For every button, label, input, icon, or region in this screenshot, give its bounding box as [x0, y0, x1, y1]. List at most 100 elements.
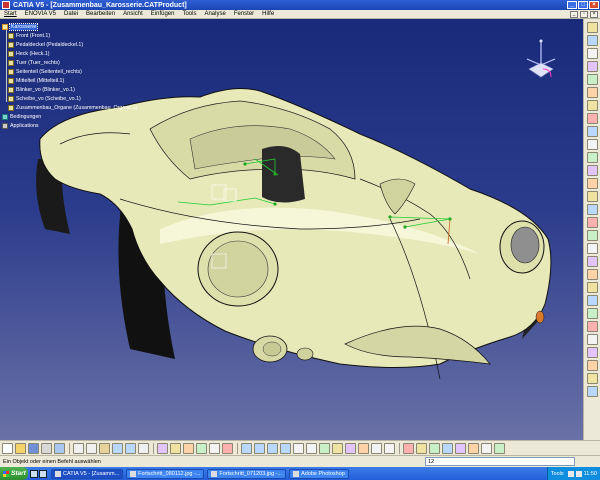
toolbar-icon[interactable]: [586, 256, 598, 267]
toolbar-icon[interactable]: [586, 347, 598, 358]
tree-node-heck[interactable]: Heck (Heck.1): [2, 49, 162, 58]
toolbar-icon[interactable]: [586, 74, 598, 85]
undo-icon[interactable]: [112, 442, 123, 454]
measure-icon[interactable]: [209, 442, 220, 454]
pan-icon[interactable]: [267, 442, 278, 454]
compass-icon[interactable]: [521, 35, 561, 87]
iso-view-icon[interactable]: [345, 442, 356, 454]
lighting-icon[interactable]: [416, 442, 427, 454]
tree-node-seitenteil[interactable]: Seitenteil (Seitenteil_rechts): [2, 67, 162, 76]
analysis-icon[interactable]: [468, 442, 479, 454]
catia-app-icon[interactable]: [2, 1, 10, 9]
update-icon[interactable]: [481, 442, 492, 454]
sketch-icon[interactable]: [494, 442, 505, 454]
quick-launch-icon[interactable]: [30, 469, 38, 478]
menu-bearbeiten[interactable]: Bearbeiten: [82, 11, 119, 17]
render-icon[interactable]: [442, 442, 453, 454]
multi-view-icon[interactable]: [332, 442, 343, 454]
menu-datei[interactable]: Datei: [60, 11, 82, 17]
fit-all-icon[interactable]: [254, 442, 265, 454]
camera-icon[interactable]: [455, 442, 466, 454]
3d-viewport[interactable]: Karosserie Front (Front.1) Pedaldeckel (…: [0, 19, 583, 440]
tree-node-zusammenbau-organe[interactable]: Zusammenbau_Organe (Zusammenbau_Organe.1…: [2, 103, 162, 112]
toolbar-icon[interactable]: [586, 126, 598, 137]
redo-icon[interactable]: [125, 442, 136, 454]
zoom-out-icon[interactable]: [306, 442, 317, 454]
tree-node-blinker[interactable]: Blinker_vo (Blinker_vo.1): [2, 85, 162, 94]
task-image-2[interactable]: Fortschritt_071203.jpg -...: [207, 468, 287, 479]
tree-node-root[interactable]: Karosserie: [2, 22, 162, 31]
rotate-icon[interactable]: [280, 442, 291, 454]
tree-node-tuer[interactable]: Tuer (Tuer_rechts): [2, 58, 162, 67]
task-photoshop[interactable]: Adobe Photoshop: [289, 468, 349, 479]
task-catia[interactable]: CATIA V5 - [Zusamm...: [51, 468, 124, 479]
fly-mode-icon[interactable]: [241, 442, 252, 454]
assembly-icon[interactable]: [170, 442, 181, 454]
print-icon[interactable]: [41, 442, 52, 454]
tree-node-applications[interactable]: Applications: [2, 121, 162, 130]
doc-close-button[interactable]: ×: [590, 10, 598, 18]
shading-icon[interactable]: [358, 442, 369, 454]
catalog-icon[interactable]: [157, 442, 168, 454]
menu-einfuegen[interactable]: Einfügen: [147, 11, 179, 17]
toolbar-icon[interactable]: [586, 321, 598, 332]
whats-this-icon[interactable]: [138, 442, 149, 454]
tree-node-scheibe[interactable]: Scheibe_vo (Scheibe_vo.1): [2, 94, 162, 103]
network-icon[interactable]: [567, 470, 574, 477]
menu-start[interactable]: Start: [0, 11, 21, 17]
menu-enovia[interactable]: ENOVIA V5: [21, 11, 60, 17]
minimize-button[interactable]: _: [567, 1, 577, 9]
start-button[interactable]: Start: [0, 467, 28, 480]
menu-analyse[interactable]: Analyse: [200, 11, 229, 17]
tree-node-mittelteil[interactable]: Mittelteil (Mittelteil.1): [2, 76, 162, 85]
toolbar-icon[interactable]: [586, 113, 598, 124]
menu-fenster[interactable]: Fenster: [230, 11, 258, 17]
toolbar-icon[interactable]: [586, 243, 598, 254]
tools-toolbar-label[interactable]: Tools: [551, 471, 564, 477]
quick-save-icon[interactable]: [54, 442, 65, 454]
toolbar-icon[interactable]: [586, 87, 598, 98]
layer-icon[interactable]: [403, 442, 414, 454]
menu-tools[interactable]: Tools: [178, 11, 200, 17]
paste-icon[interactable]: [99, 442, 110, 454]
component-icon[interactable]: [183, 442, 194, 454]
material-icon[interactable]: [429, 442, 440, 454]
hide-show-icon[interactable]: [371, 442, 382, 454]
open-folder-icon[interactable]: [15, 442, 26, 454]
toolbar-icon[interactable]: [586, 269, 598, 280]
toolbar-icon[interactable]: [586, 48, 598, 59]
tree-node-pedaldeckel[interactable]: Pedaldeckel (Pedaldeckel.1): [2, 40, 162, 49]
task-image-1[interactable]: Fortschritt_080112.jpg -...: [126, 468, 205, 479]
new-document-icon[interactable]: [2, 442, 13, 454]
menu-hilfe[interactable]: Hilfe: [258, 11, 278, 17]
tree-node-front[interactable]: Front (Front.1): [2, 31, 162, 40]
close-button[interactable]: ×: [589, 1, 599, 9]
quick-launch-icon[interactable]: [39, 469, 47, 478]
swap-visible-icon[interactable]: [384, 442, 395, 454]
toolbar-icon[interactable]: [586, 139, 598, 150]
toolbar-icon[interactable]: [586, 61, 598, 72]
copy-icon[interactable]: [86, 442, 97, 454]
menu-ansicht[interactable]: Ansicht: [119, 11, 147, 17]
toolbar-icon[interactable]: [586, 360, 598, 371]
toolbar-icon[interactable]: [586, 152, 598, 163]
toolbar-icon[interactable]: [586, 35, 598, 46]
toolbar-icon[interactable]: [586, 178, 598, 189]
save-icon[interactable]: [28, 442, 39, 454]
toolbar-icon[interactable]: [586, 373, 598, 384]
constraint-icon[interactable]: [196, 442, 207, 454]
zoom-in-icon[interactable]: [293, 442, 304, 454]
toolbar-icon[interactable]: [586, 282, 598, 293]
toolbar-icon[interactable]: [586, 165, 598, 176]
toolbar-icon[interactable]: [586, 230, 598, 241]
maximize-button[interactable]: □: [578, 1, 588, 9]
toolbar-icon[interactable]: [586, 204, 598, 215]
toolbar-icon[interactable]: [586, 295, 598, 306]
toolbar-icon[interactable]: [586, 308, 598, 319]
doc-minimize-button[interactable]: _: [570, 10, 578, 18]
toolbar-icon[interactable]: [586, 386, 598, 397]
tree-node-constraints[interactable]: Bedingungen: [2, 112, 162, 121]
toolbar-icon[interactable]: [586, 100, 598, 111]
doc-restore-button[interactable]: ▫: [580, 10, 588, 18]
toolbar-icon[interactable]: [586, 334, 598, 345]
